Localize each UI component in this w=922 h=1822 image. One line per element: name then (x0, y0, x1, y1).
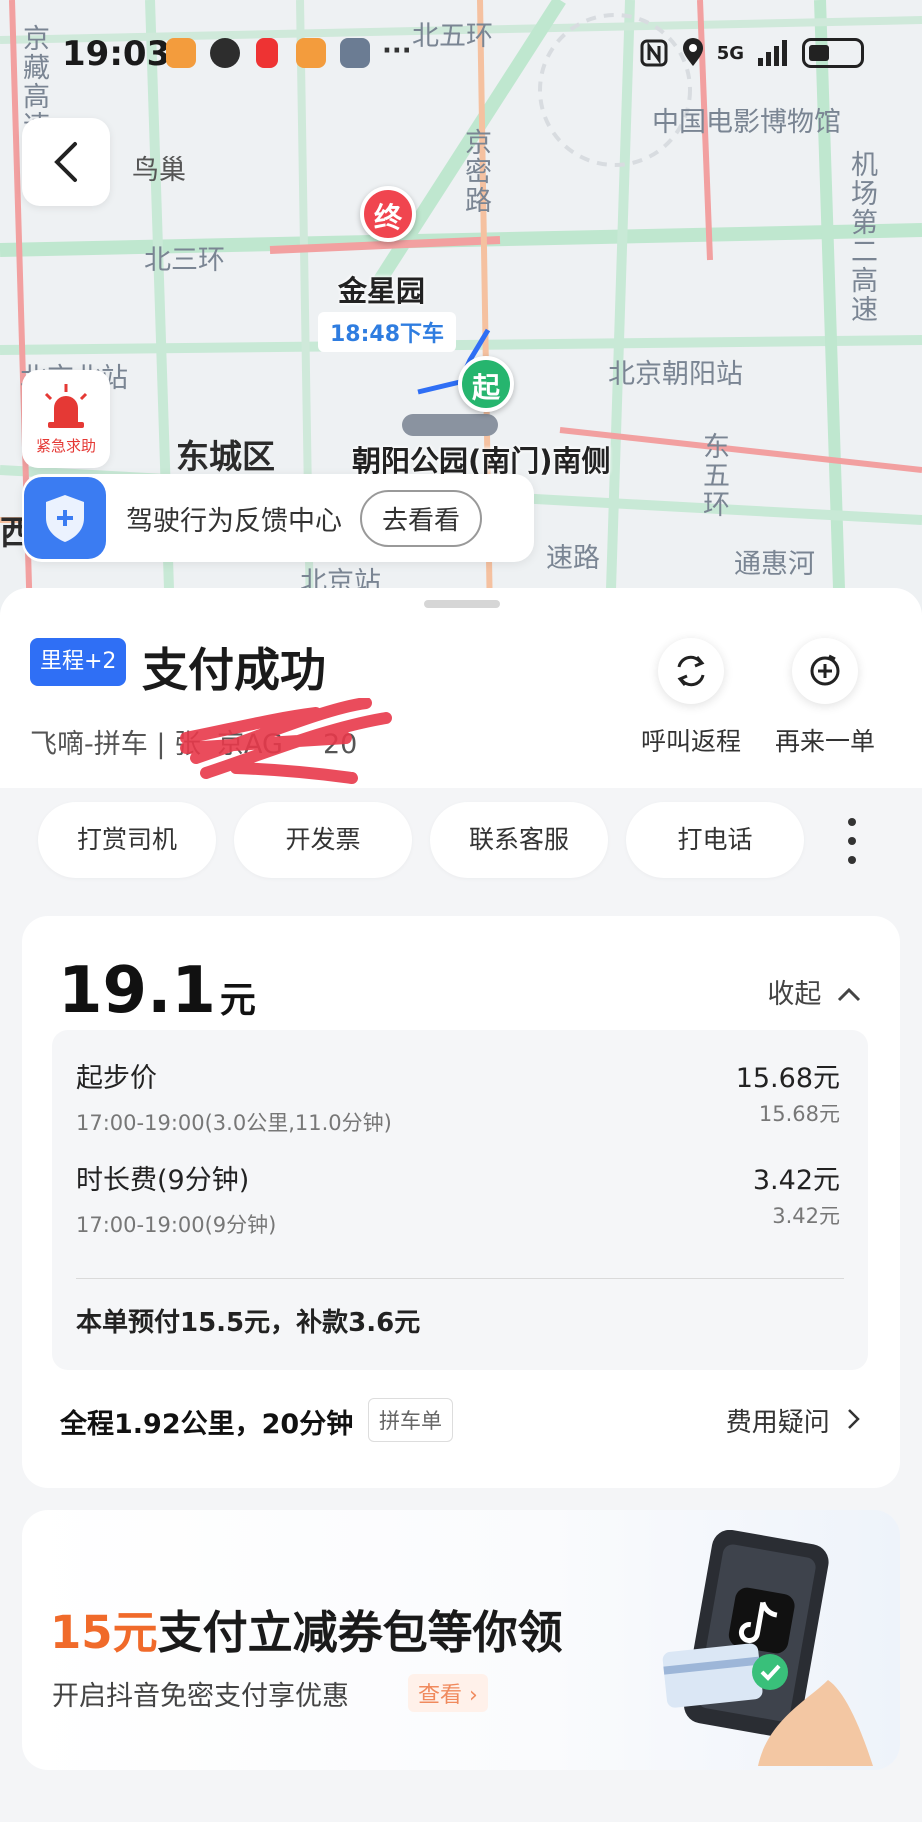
more-options-icon[interactable] (840, 818, 864, 864)
location-icon (682, 38, 703, 66)
promo-subtitle: 开启抖音免密支付享优惠 (52, 1681, 349, 1712)
fare-card: 19.1 元 收起 起步价 17:00-19:00(3.0公里,11.0分钟) 1… (22, 916, 900, 1488)
fee-question-link[interactable]: 费用疑问 (726, 1402, 862, 1439)
promo-amount: 15元 (50, 1606, 158, 1659)
total-fare-amount: 19.1 (58, 954, 216, 1028)
app-notification-icon (340, 38, 370, 68)
total-fare: 19.1 元 (58, 954, 256, 1028)
promo-view-link[interactable]: 查看 › (408, 1674, 488, 1712)
feedback-go-button[interactable]: 去看看 (360, 489, 483, 547)
fare-item-name: 时长费(9分钟) (76, 1165, 250, 1196)
fare-item-detail: 17:00-19:00(3.0公里,11.0分钟) (76, 1111, 392, 1135)
nfc-icon (640, 39, 668, 67)
map-label: 速路 (546, 543, 600, 574)
carpool-tag: 拼车单 (368, 1398, 453, 1442)
divider (76, 1278, 844, 1279)
call-chip[interactable]: 打电话 (626, 802, 804, 878)
emergency-help-button[interactable]: 紧急求助 (22, 370, 110, 468)
add-order-icon (792, 638, 858, 704)
destination-label: 金星园 (338, 274, 426, 308)
collapse-label: 收起 (767, 979, 822, 1010)
chevron-right-icon (848, 1409, 860, 1429)
map-label: 东城区 (176, 437, 275, 476)
reorder-label: 再来一单 (774, 727, 875, 756)
customer-service-chip[interactable]: 联系客服 (430, 802, 608, 878)
fare-item-value: 15.68元 (735, 1063, 840, 1094)
origin-pin[interactable]: 起 (458, 356, 514, 412)
promo-view-label: 查看 (418, 1683, 463, 1708)
order-header: 里程+2 支付成功 飞嘀-拼车 | 张京AG 20 呼叫返程 再来一单 (0, 588, 922, 788)
payment-status-title: 支付成功 (142, 643, 326, 697)
redaction-scribble (180, 698, 392, 784)
fare-item: 起步价 17:00-19:00(3.0公里,11.0分钟) 15.68元 15.… (76, 1056, 844, 1137)
fare-item: 时长费(9分钟) 17:00-19:00(9分钟) 3.42元 3.42元 (76, 1158, 844, 1239)
chevron-up-icon (837, 987, 861, 1002)
fare-breakdown: 起步价 17:00-19:00(3.0公里,11.0分钟) 15.68元 15.… (52, 1030, 868, 1370)
promo-headline: 15元支付立减券包等你领 (50, 1596, 563, 1661)
refresh-icon (658, 638, 724, 704)
trip-summary: 全程1.92公里，20分钟 (60, 1409, 354, 1440)
map-label: 通惠河 (734, 549, 815, 580)
fare-item-detail: 17:00-19:00(9分钟) (76, 1213, 277, 1237)
status-right: 5G (639, 38, 864, 68)
status-time: 19:03 (62, 34, 171, 74)
drag-handle[interactable] (424, 600, 500, 608)
map-label: 机场第二高速 (846, 150, 877, 324)
total-fare-unit: 元 (219, 980, 256, 1021)
feedback-text: 驾驶行为反馈中心 (126, 505, 342, 537)
signal-icon (758, 40, 787, 66)
more-notifications-icon: ··· (382, 36, 412, 66)
notification-icon (256, 38, 278, 68)
wechat-icon (210, 38, 240, 68)
map-label: 京密路 (460, 128, 491, 215)
map-label: 北京朝阳站 (608, 359, 743, 390)
fare-item-subvalue: 15.68元 (758, 1102, 840, 1126)
action-chips: 打赏司机 开发票 联系客服 打电话 (0, 802, 922, 892)
order-sheet: 里程+2 支付成功 飞嘀-拼车 | 张京AG 20 呼叫返程 再来一单 打赏司机 … (0, 588, 922, 1822)
app-notification-icon (296, 38, 326, 68)
fare-item-subvalue: 3.42元 (772, 1204, 840, 1228)
tip-driver-chip[interactable]: 打赏司机 (38, 802, 216, 878)
status-bar: 19:03 ··· 5G (0, 0, 922, 110)
mileage-badge: 里程+2 (30, 638, 127, 686)
shield-icon (24, 477, 106, 559)
fare-item-value: 3.42元 (752, 1165, 840, 1196)
eta-label: 18:48下车 (318, 312, 457, 352)
chevron-left-icon (54, 142, 77, 182)
fee-question-label: 费用疑问 (725, 1408, 830, 1438)
map-label: 鸟巢 (132, 155, 186, 186)
network-type: 5G (716, 42, 744, 64)
battery-icon (802, 38, 864, 68)
map-label: 北三环 (144, 245, 225, 276)
prepay-note: 本单预付15.5元，补款3.6元 (76, 1308, 421, 1338)
route-map[interactable]: 北五环 中国电影博物馆 京密路 北三环 机场第二高速 京藏高速 鸟巢 金星园 1… (0, 0, 922, 620)
emergency-help-label: 紧急求助 (35, 437, 96, 455)
fare-item-name: 起步价 (76, 1063, 157, 1094)
call-return-button[interactable]: 呼叫返程 (626, 638, 756, 758)
alarm-light-icon (44, 384, 88, 428)
app-notification-icon (166, 38, 196, 68)
invoice-chip[interactable]: 开发票 (234, 802, 412, 878)
collapse-button[interactable]: 收起 (767, 972, 862, 1011)
call-return-label: 呼叫返程 (640, 727, 741, 756)
reorder-button[interactable]: 再来一单 (760, 638, 890, 758)
map-label: 东五环 (698, 432, 729, 519)
promo-banner[interactable]: 15元支付立减券包等你领 开启抖音免密支付享优惠 查看 › (22, 1510, 900, 1770)
back-button[interactable] (22, 118, 110, 206)
promo-headline-text: 支付立减券包等你领 (157, 1606, 563, 1659)
destination-pin[interactable]: 终 (360, 186, 416, 242)
phone-hand-illustration (662, 1530, 873, 1766)
driving-feedback-banner[interactable]: 驾驶行为反馈中心 去看看 (22, 474, 534, 562)
